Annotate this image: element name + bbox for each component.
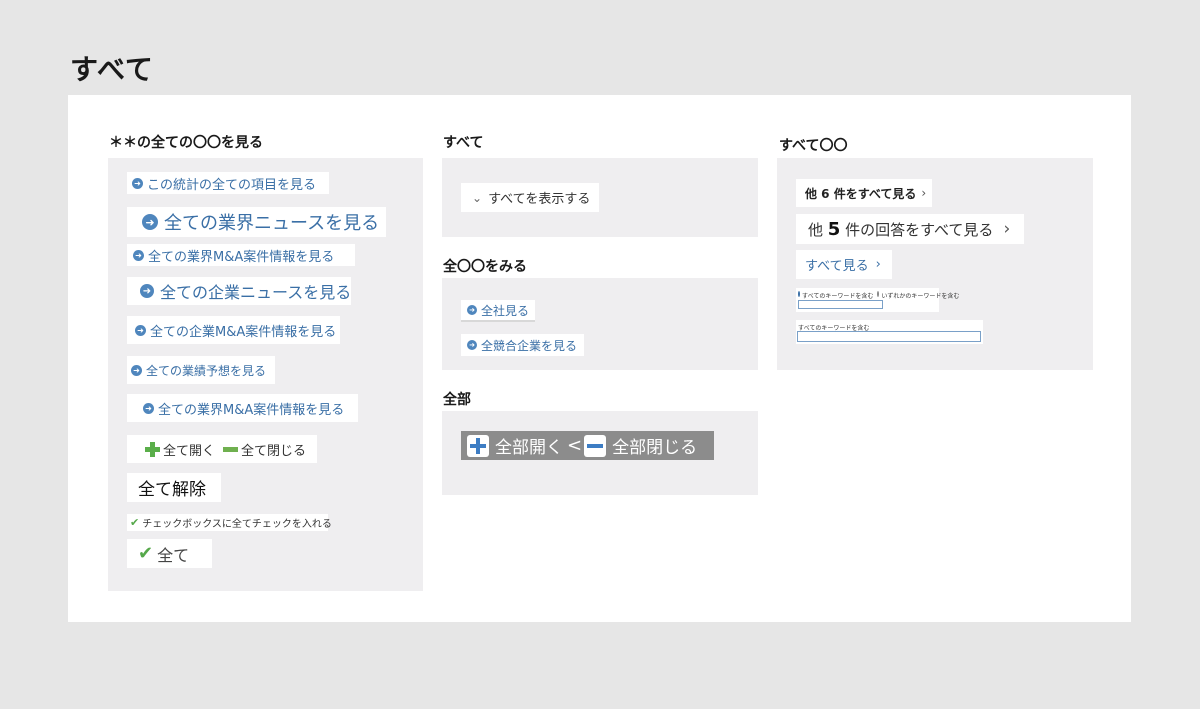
stat-all-items-link[interactable]: ➜ この統計の全ての項目を見る xyxy=(127,172,329,194)
link-label: 全ての企業ニュースを見る xyxy=(160,283,352,302)
button-label: 全て xyxy=(157,545,190,565)
col2-panel-all-items: ➜ 全社見る ➜ 全競合企業を見る xyxy=(442,278,758,370)
link-label: 全ての業界ニュースを見る xyxy=(164,213,380,234)
view-all-link[interactable]: すべて見る › xyxy=(796,250,892,279)
page-title: すべて xyxy=(70,53,154,86)
col2-panel-whole: 全部開く < 全部閉じる xyxy=(442,411,758,495)
plus-icon xyxy=(145,441,160,457)
all-companies-link[interactable]: ➜ 全社見る xyxy=(461,300,535,322)
keyword-search-box: すべてのキーワードを含む いずれかのキーワードを含む xyxy=(796,288,959,312)
keyword-field-box: すべてのキーワードを含む xyxy=(796,320,983,344)
radio-all-keywords[interactable] xyxy=(798,291,800,297)
link-label: 全競合企業を見る xyxy=(481,338,578,353)
open-all-button[interactable]: 全部開く xyxy=(495,433,563,458)
industry-ma-link-2[interactable]: ➜ 全ての業界M&A案件情報を見る xyxy=(127,394,358,422)
keyword-input[interactable] xyxy=(798,300,883,309)
circle-arrow-right-icon: ➜ xyxy=(142,214,158,230)
chevron-right-icon: › xyxy=(875,257,881,272)
col3-panel: 他 6 件をすべて見る › 他 5 件の回答をすべて見る › すべて見る › す… xyxy=(777,158,1093,370)
earnings-forecast-link[interactable]: ➜ 全ての業績予想を見る xyxy=(127,356,275,384)
col2-heading-all-items: 全〇〇をみる xyxy=(443,259,527,275)
company-news-link[interactable]: ➜ 全ての企業ニュースを見る xyxy=(127,277,351,305)
circle-arrow-right-icon: ➜ xyxy=(132,177,143,189)
collapse-all-button[interactable]: 全て閉じる xyxy=(241,440,306,459)
col2-panel-show-all: ⌄ すべてを表示する xyxy=(442,158,758,237)
link-label: 全ての企業M&A案件情報を見る xyxy=(150,324,337,340)
chevron-down-icon: ⌄ xyxy=(472,190,483,205)
link-label: 全ての業界M&A案件情報を見る xyxy=(148,249,335,265)
circle-arrow-right-icon: ➜ xyxy=(467,340,477,350)
all-competitors-link[interactable]: ➜ 全競合企業を見る xyxy=(461,334,584,356)
circle-arrow-right-icon: ➜ xyxy=(143,402,154,414)
minus-box-icon xyxy=(584,434,607,457)
circle-arrow-right-icon: ➜ xyxy=(133,249,144,261)
link-label: 全ての業界M&A案件情報を見る xyxy=(158,402,345,418)
check-icon: ✔ xyxy=(130,516,140,529)
show-all-button[interactable]: ⌄ すべてを表示する xyxy=(461,183,599,212)
answers-suffix: 件の回答をすべて見る xyxy=(840,220,994,239)
answers-count: 5 xyxy=(827,218,841,240)
col1-panel: ➜ この統計の全ての項目を見る ➜ 全ての業界ニュースを見る ➜ 全ての業界M&… xyxy=(108,158,423,591)
button-label: 他 6 件をすべて見る xyxy=(805,186,917,201)
circle-arrow-right-icon: ➜ xyxy=(467,305,477,315)
minus-icon xyxy=(223,446,239,452)
industry-news-link[interactable]: ➜ 全ての業界ニュースを見る xyxy=(127,207,386,237)
check-all-checkbox-link[interactable]: ✔ チェックボックスに全てチェックを入れる xyxy=(127,514,332,531)
link-label: チェックボックスに全てチェックを入れる xyxy=(142,519,332,530)
open-close-all-bar: 全部開く < 全部閉じる xyxy=(461,431,714,460)
industry-ma-link[interactable]: ➜ 全ての業界M&A案件情報を見る xyxy=(127,244,355,266)
view-all-answers-button[interactable]: 他 5 件の回答をすべて見る › xyxy=(796,214,1024,244)
col3-heading: すべて〇〇 xyxy=(779,138,848,154)
check-all-button[interactable]: ✔ 全て xyxy=(127,539,212,568)
expand-all-button[interactable]: 全て開く xyxy=(163,440,215,459)
link-label: 全社見る xyxy=(481,303,530,318)
view-all-six-button[interactable]: 他 6 件をすべて見る › xyxy=(796,179,932,207)
button-label: すべてを表示する xyxy=(488,192,591,207)
close-all-button[interactable]: 全部閉じる xyxy=(612,433,697,458)
circle-arrow-right-icon: ➜ xyxy=(140,284,154,298)
col2-heading-whole: 全部 xyxy=(443,392,471,408)
link-label: この統計の全ての項目を見る xyxy=(147,177,317,193)
circle-arrow-right-icon: ➜ xyxy=(135,324,146,336)
chevron-left-icon: < xyxy=(567,435,583,456)
keyword-input-2[interactable] xyxy=(797,331,981,342)
chevron-right-icon: › xyxy=(921,186,927,200)
clear-all-button[interactable]: 全て解除 xyxy=(127,473,221,502)
check-icon: ✔ xyxy=(138,543,154,564)
col2-heading-all: すべて xyxy=(443,135,484,151)
chevron-right-icon: › xyxy=(1003,219,1011,239)
content-card: ＊＊の全ての〇〇を見る ➜ この統計の全ての項目を見る ➜ 全ての業界ニュースを… xyxy=(68,95,1131,622)
link-label: すべて見る xyxy=(805,259,869,274)
answers-prefix: 他 xyxy=(808,220,828,239)
col1-heading: ＊＊の全ての〇〇を見る xyxy=(109,135,263,151)
plus-box-icon xyxy=(467,434,489,457)
company-ma-link[interactable]: ➜ 全ての企業M&A案件情報を見る xyxy=(127,316,340,344)
radio-any-keywords[interactable] xyxy=(877,291,880,297)
radio-all-label: すべてのキーワードを含む xyxy=(802,293,874,300)
link-label: 全ての業績予想を見る xyxy=(146,363,267,378)
radio-any-label: いずれかのキーワードを含む xyxy=(881,293,960,300)
expand-collapse-controls: 全て開く 全て閉じる xyxy=(127,435,317,463)
circle-arrow-right-icon: ➜ xyxy=(131,364,142,376)
